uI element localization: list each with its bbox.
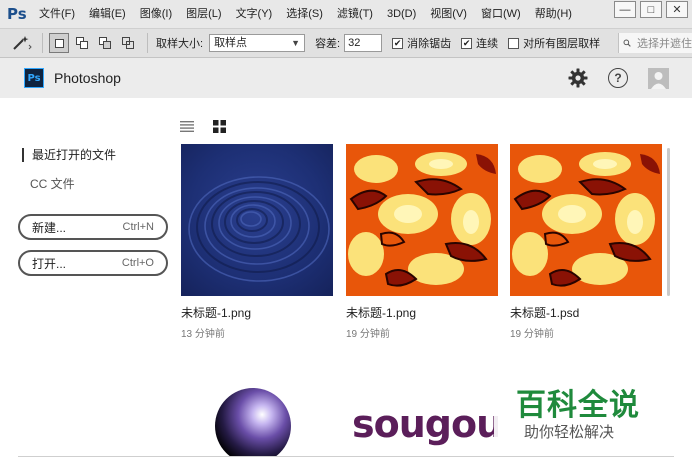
magic-wand-icon[interactable] (6, 32, 36, 54)
menu-image[interactable]: 图像(I) (133, 0, 179, 28)
gear-icon[interactable] (566, 66, 590, 90)
open-button[interactable]: 打开... Ctrl+O (18, 250, 168, 276)
tolerance-label: 容差: (315, 38, 341, 50)
menu-type[interactable]: 文字(Y) (229, 0, 280, 28)
separator (42, 33, 43, 53)
avatar (647, 67, 669, 89)
view-toggle (180, 119, 226, 133)
menu-3d[interactable]: 3D(D) (380, 0, 423, 28)
app-name: Photoshop (54, 70, 121, 86)
sample-size-value: 取样点 (214, 37, 248, 49)
user-avatar-icon[interactable] (646, 66, 670, 90)
file-thumbnail-sougou[interactable]: sougou (346, 396, 498, 456)
photoshop-badge: Ps (24, 68, 44, 88)
new-selection-button[interactable] (49, 33, 69, 53)
menu-layer[interactable]: 图层(L) (179, 0, 228, 28)
file-name: 未标题-1.psd (510, 306, 580, 320)
antialias-checkbox[interactable]: ✔ (392, 37, 404, 49)
file-name: 未标题-1.png (181, 306, 252, 320)
file-thumbnail-fire-psd[interactable] (510, 144, 662, 296)
intersect-selection-button[interactable] (118, 33, 138, 53)
recent-file-card[interactable]: 未标题-1.psd 19 分钟前 (510, 144, 662, 340)
window-controls: — □ ✕ (614, 1, 688, 18)
list-view-icon[interactable] (180, 119, 194, 133)
subtract-selection-button[interactable] (95, 33, 115, 53)
watermark-subtitle: 助你轻松解决 (524, 424, 615, 441)
open-button-label: 打开... (32, 256, 67, 271)
options-bar: 取样大小: 取样点 ▼ 容差: 32 ✔ 消除锯齿 ✔ 连续 对所有图层取样 选… (0, 28, 692, 58)
file-thumbnail-fire[interactable] (346, 144, 498, 296)
all-layers-checkbox[interactable] (508, 37, 520, 49)
recent-file-card[interactable]: 未标题-1.png 13 分钟前 (181, 144, 333, 340)
open-shortcut: Ctrl+O (121, 257, 154, 269)
minimize-button[interactable]: — (614, 1, 636, 18)
file-time: 19 分钟前 (346, 329, 390, 340)
help-circle: ? (608, 68, 628, 88)
new-button-label: 新建... (32, 220, 67, 235)
watermark: 百科全说 助你轻松解决 (494, 366, 668, 450)
recent-file-card[interactable] (181, 360, 333, 456)
contiguous-label: 连续 (476, 38, 499, 50)
menu-edit[interactable]: 编辑(E) (82, 0, 133, 28)
add-selection-button[interactable] (72, 33, 92, 53)
menu-window[interactable]: 窗口(W) (474, 0, 528, 28)
recent-file-card[interactable]: sougou (346, 396, 498, 456)
menu-bar: Ps 文件(F) 编辑(E) 图像(I) 图层(L) 文字(Y) 选择(S) 滤… (0, 0, 692, 28)
contiguous-checkbox[interactable]: ✔ (461, 37, 473, 49)
all-layers-label: 对所有图层取样 (523, 38, 601, 50)
header-icons: ? (566, 66, 670, 90)
file-time: 13 分钟前 (181, 329, 225, 340)
grid-view-icon[interactable] (212, 119, 226, 133)
new-shortcut: Ctrl+N (122, 221, 154, 233)
antialias-label: 消除锯齿 (407, 38, 452, 50)
sidebar: 最近打开的文件 CC 文件 新建... Ctrl+N 打开... Ctrl+O (0, 98, 176, 458)
start-header: Ps Photoshop ? (0, 58, 692, 98)
file-time: 19 分钟前 (510, 329, 554, 340)
subtract-selection-icon (99, 37, 111, 49)
intersect-selection-icon (122, 37, 134, 49)
select-and-mask-button[interactable]: 选择并遮住 (618, 33, 692, 53)
sample-size-select[interactable]: 取样点 ▼ (209, 34, 306, 52)
menu-select[interactable]: 选择(S) (279, 0, 330, 28)
new-selection-icon (54, 38, 64, 48)
help-icon[interactable]: ? (606, 66, 630, 90)
menu-file[interactable]: 文件(F) (32, 0, 82, 28)
menu-filter[interactable]: 滤镜(T) (330, 0, 380, 28)
scrollbar[interactable] (667, 148, 670, 296)
file-name: 未标题-1.png (346, 306, 417, 320)
menu-view[interactable]: 视图(V) (423, 0, 474, 28)
chevron-down-icon: ▼ (291, 38, 301, 48)
new-button[interactable]: 新建... Ctrl+N (18, 214, 168, 240)
close-button[interactable]: ✕ (666, 1, 688, 18)
recent-file-card[interactable]: 未标题-1.png 19 分钟前 (346, 144, 498, 340)
restore-button[interactable]: □ (640, 1, 662, 18)
watermark-title: 百科全说 (516, 388, 640, 423)
photoshop-logo: Ps (7, 5, 27, 23)
add-selection-icon (76, 37, 88, 49)
sample-size-label: 取样大小: (156, 38, 204, 50)
sidebar-item-cc-files[interactable]: CC 文件 (30, 175, 75, 192)
tolerance-input[interactable]: 32 (344, 34, 383, 52)
file-thumbnail-water[interactable] (181, 144, 333, 296)
search-icon (623, 39, 631, 47)
divider (18, 456, 674, 457)
menu-items: 文件(F) 编辑(E) 图像(I) 图层(L) 文字(Y) 选择(S) 滤镜(T… (32, 0, 579, 28)
sougou-logo-text: sougou (352, 402, 498, 446)
sidebar-item-recent[interactable]: 最近打开的文件 (22, 148, 116, 162)
separator (147, 33, 148, 53)
menu-help[interactable]: 帮助(H) (528, 0, 579, 28)
select-and-mask-label: 选择并遮住 (637, 38, 692, 50)
file-thumbnail-sphere[interactable] (181, 360, 333, 456)
